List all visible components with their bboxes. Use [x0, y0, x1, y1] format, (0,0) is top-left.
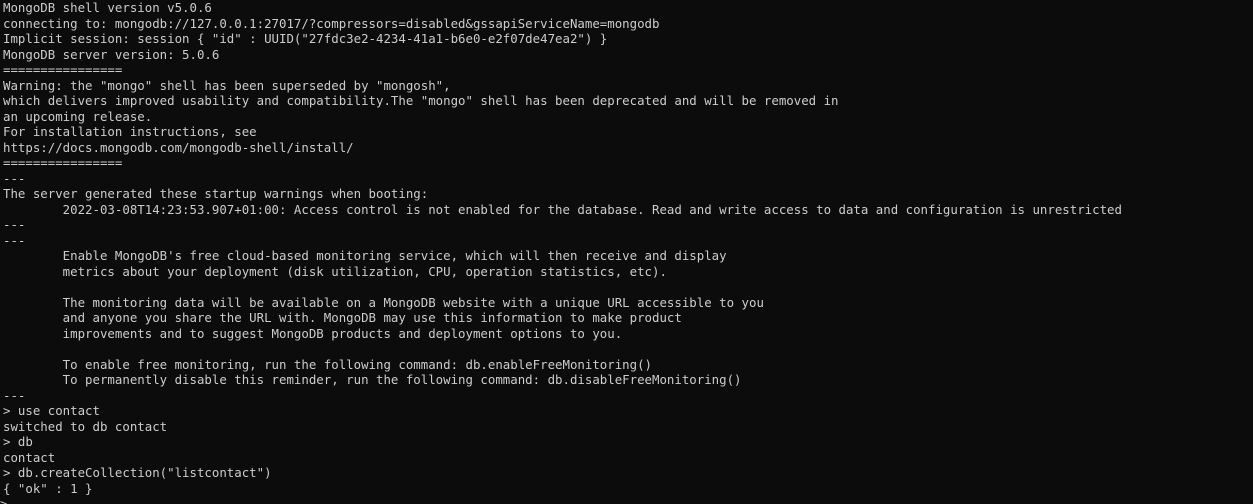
console-line: Implicit session: session { "id" : UUID(… [3, 31, 608, 46]
console-line: MongoDB server version: 5.0.6 [3, 46, 220, 62]
console-line: connecting to: mongodb://127.0.0.1:27017… [3, 15, 660, 31]
console-line: > db [3, 434, 33, 449]
console-line: For installation instructions, see [3, 124, 257, 139]
console-line: ================ [3, 62, 123, 77]
console-line: --- [3, 170, 26, 186]
console-line: improvements and to suggest MongoDB prod… [3, 325, 623, 341]
console-line: https://docs.mongodb.com/mongodb-shell/i… [3, 139, 354, 155]
console-line: { "ok" : 1 } [3, 480, 93, 496]
console-line: and anyone you share the URL with. Mongo… [3, 310, 682, 325]
console-line: --- [3, 387, 26, 403]
console-line: ================ [3, 155, 123, 170]
console-line: metrics about your deployment (disk util… [3, 263, 667, 279]
console-line: Enable MongoDB's free cloud-based monito… [3, 248, 727, 263]
terminal-window[interactable]: MongoDB shell version v5.0.6 connecting t… [0, 0, 1253, 504]
console-line: The server generated these startup warni… [3, 186, 429, 201]
console-line: Warning: the "mongo" shell has been supe… [3, 77, 451, 93]
console-line: switched to db contact [3, 418, 168, 434]
console-line: an upcoming release. [3, 108, 153, 124]
console-line: To enable free monitoring, run the follo… [3, 356, 653, 372]
console-line: contact [3, 449, 56, 465]
console-line: --- [3, 232, 26, 248]
console-line: --- [3, 217, 26, 232]
console-line: The monitoring data will be available on… [3, 294, 764, 310]
console-line: To permanently disable this reminder, ru… [3, 372, 742, 387]
console-line: 2022-03-08T14:23:53.907+01:00: Access co… [3, 201, 1122, 217]
prompt: > [0, 496, 8, 504]
console-line: which delivers improved usability and co… [3, 93, 839, 108]
console-line: MongoDB shell version v5.0.6 [3, 0, 212, 15]
input-line[interactable]: > [0, 496, 1253, 504]
console-line: > use contact [3, 403, 100, 418]
console-line: > db.createCollection("listcontact") [3, 465, 272, 480]
console-output: MongoDB shell version v5.0.6 connecting t… [0, 0, 1253, 496]
